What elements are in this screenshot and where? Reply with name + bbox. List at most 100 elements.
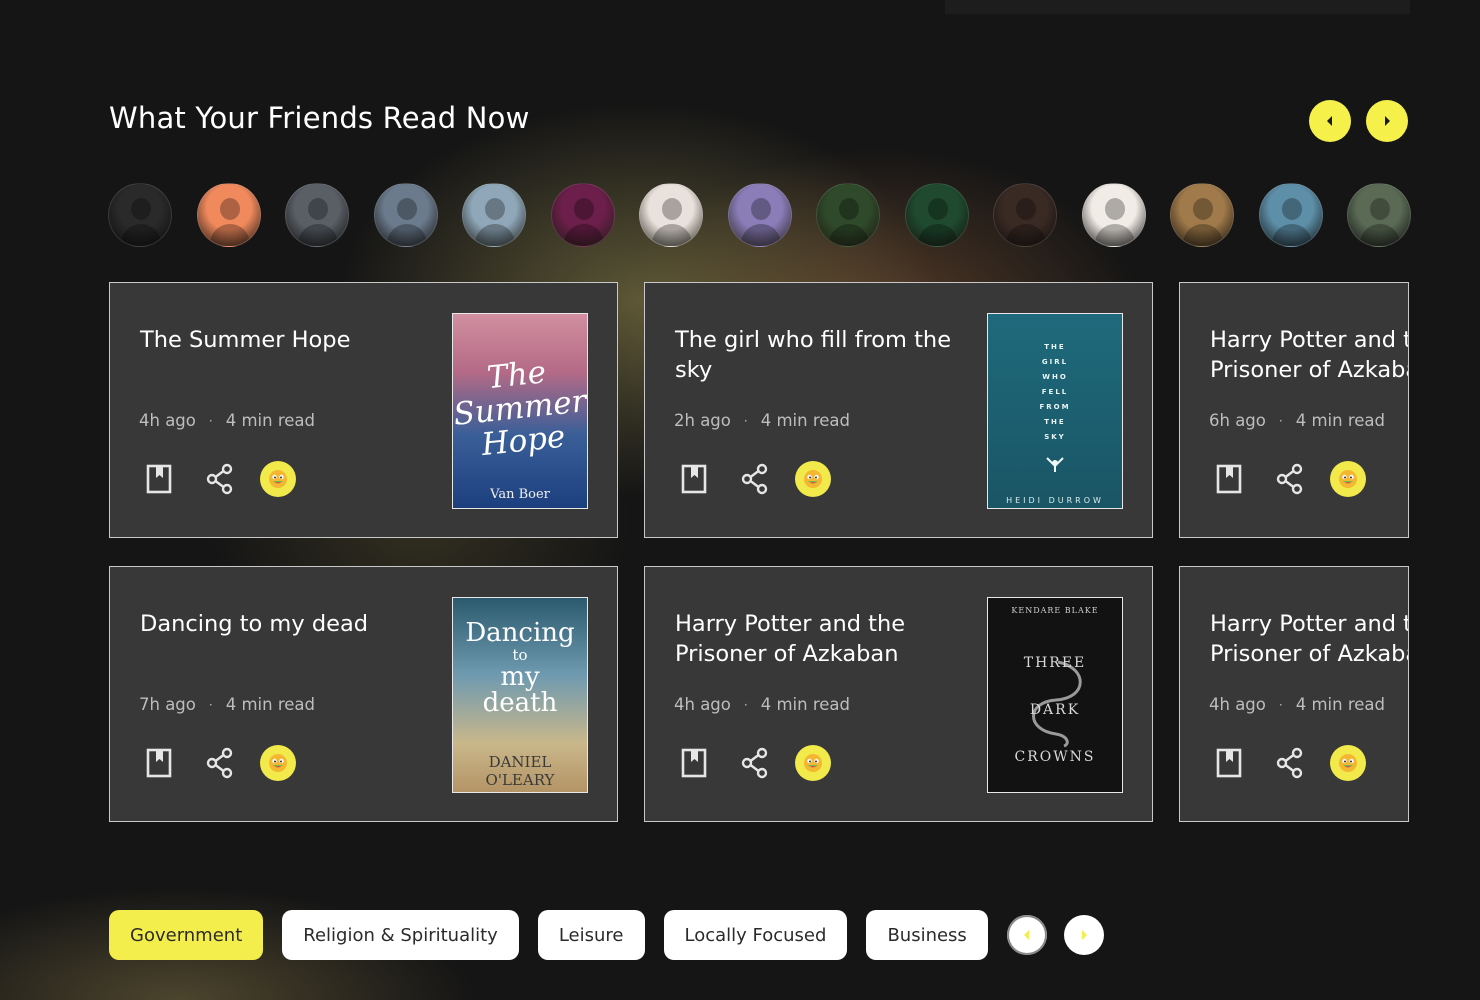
reading-card[interactable]: Dancing to my dead 7h ago · 4 min read Danci… [109,566,618,822]
category-chip[interactable]: Leisure [537,910,645,960]
reaction-button[interactable] [1330,745,1366,781]
avatar-silhouette [131,198,151,220]
cover-title-word: CROWNS [1014,749,1096,765]
avatar-silhouette [1281,198,1302,220]
card-read-time: 4 min read [760,411,850,430]
card-read-time: 4 min read [225,411,315,430]
friend-avatar[interactable] [639,183,703,247]
card-meta: 4h ago · 4 min read [1209,695,1385,714]
avatar-silhouette [1193,198,1213,220]
cover-author: DANIEL O'LEARY [485,753,555,789]
book-cover[interactable]: THE GIRL WHO FELL FROM THE SKY HEIDI DURROW [987,313,1123,509]
meta-separator: · [743,413,748,428]
share-button[interactable] [740,746,770,780]
avatar-silhouette [1370,198,1390,220]
card-title: Dancing to my dead [140,611,369,637]
avatar-silhouette [219,198,240,220]
friend-avatar[interactable] [1347,183,1411,247]
reaction-button[interactable] [260,745,296,781]
reading-card[interactable]: Harry Potter and the Prisoner of Azkaban… [644,566,1153,822]
avatar-silhouette-body [917,224,958,246]
category-prev-button[interactable] [1006,915,1047,955]
reading-card[interactable]: Harry Potter and the Prisoner of Azkaban… [1179,566,1409,822]
carousel-prev-button[interactable] [1309,100,1351,142]
reading-card[interactable]: The girl who fill from the sky 2h ago · 4 m… [644,282,1153,538]
cover-title-word: THE [1044,418,1066,426]
carousel-next-button[interactable] [1366,100,1408,142]
share-button[interactable] [740,462,770,496]
reading-card[interactable]: Harry Potter and the Prisoner of Azkaban… [1179,282,1409,538]
card-time: 2h ago [674,411,731,430]
share-button[interactable] [1275,462,1305,496]
bookmark-button[interactable] [144,462,174,496]
friend-avatar[interactable] [1170,183,1234,247]
card-meta: 4h ago · 4 min read [139,411,315,430]
cover-author: Van Boer [490,487,550,502]
avatar-silhouette-body [829,224,869,246]
bookmark-button[interactable] [1214,462,1244,496]
friend-avatar[interactable] [373,183,438,247]
avatar-silhouette-body [1360,224,1400,246]
bookmark-button[interactable] [1214,746,1244,780]
bookmark-icon [1216,748,1242,778]
friend-avatar[interactable] [904,183,969,247]
cover-title-word: death [482,688,558,718]
reaction-button[interactable] [1330,461,1366,497]
card-title: The Summer Hope [140,327,351,353]
share-button[interactable] [205,462,235,496]
reaction-button[interactable] [795,461,831,497]
card-read-time: 4 min read [1295,695,1385,714]
meta-separator: · [1278,413,1283,428]
cover-title-word: THE [1044,343,1066,351]
category-chip[interactable]: Government [109,910,264,960]
bookmark-button[interactable] [144,746,174,780]
avatar-silhouette-body [209,224,250,246]
book-cover[interactable]: The Summer Hope Van Boer [452,313,588,509]
category-chip[interactable]: Locally Focused [663,910,848,960]
bookmark-button[interactable] [679,462,709,496]
avatar-silhouette [1104,198,1125,220]
friend-avatar[interactable] [108,183,172,247]
category-chip[interactable]: Business [866,910,988,960]
cover-title-word: FROM [1039,403,1071,411]
cover-author: KENDARE BLAKE [1011,606,1099,615]
reaction-button[interactable] [260,461,296,497]
card-actions [144,461,296,497]
avatar-silhouette-body [1006,224,1046,246]
friend-avatar[interactable] [1081,183,1146,247]
friend-avatar[interactable] [727,183,792,247]
friend-avatar[interactable] [285,183,349,247]
share-button[interactable] [205,746,235,780]
book-cover[interactable]: THREE DARK CROWNS KENDARE BLAKE [987,597,1123,793]
friends-avatar-row [108,183,1448,249]
reading-card[interactable]: The Summer Hope 4h ago · 4 min read The Summ… [109,282,618,538]
friend-avatar[interactable] [993,183,1057,247]
share-button[interactable] [1275,746,1305,780]
book-cover[interactable]: Dancing to my death DANIEL O'LEARY [452,597,588,793]
friend-avatar[interactable] [1258,183,1323,247]
emoji-reaction-icon [269,754,287,772]
card-read-time: 4 min read [760,695,850,714]
avatar-silhouette [485,198,505,220]
category-chip[interactable]: Religion & Spirituality [282,910,519,960]
friend-avatar[interactable] [462,183,526,247]
category-next-button[interactable] [1063,915,1104,955]
chevron-right-icon [1385,116,1390,126]
card-time: 7h ago [139,695,196,714]
cover-title: THREE DARK CROWNS [988,650,1122,791]
friend-avatar[interactable] [816,183,880,247]
emoji-reaction-icon [269,470,287,488]
reaction-button[interactable] [795,745,831,781]
friend-avatar[interactable] [196,183,261,247]
cover-title-word: DARK [1029,702,1081,718]
avatar-silhouette-body [1183,224,1223,246]
avatar-silhouette-body [740,224,781,246]
friend-avatar[interactable] [550,183,615,247]
cover-author: HEIDI DURROW [1006,496,1104,505]
avatar-silhouette [839,198,859,220]
bookmark-button[interactable] [679,746,709,780]
avatar-silhouette [927,198,948,220]
emoji-reaction-icon [1339,754,1357,772]
meta-separator: · [1278,697,1283,712]
card-meta: 4h ago · 4 min read [674,695,850,714]
